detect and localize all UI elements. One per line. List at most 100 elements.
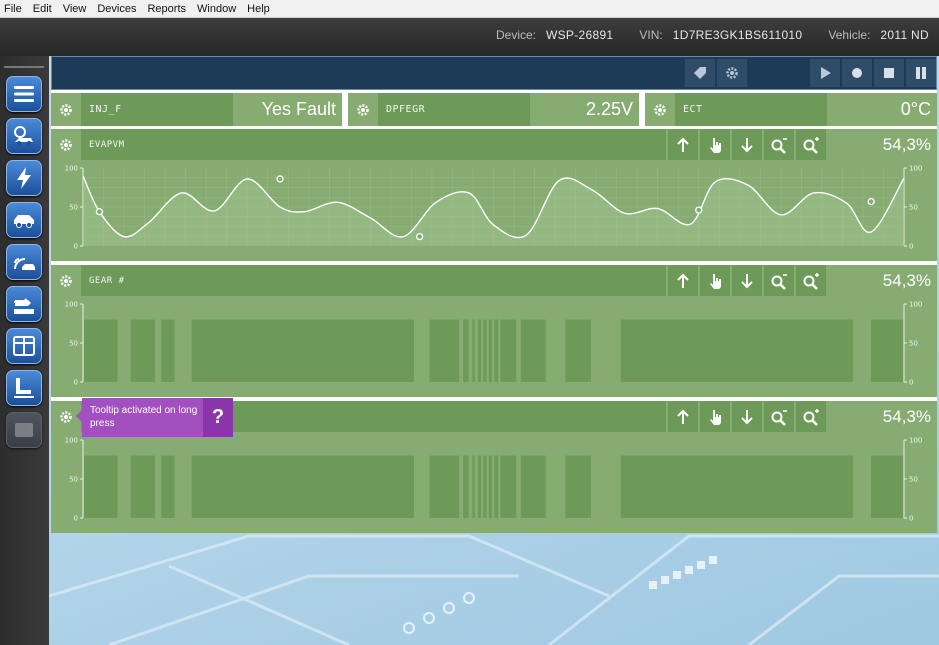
arrow-down-button[interactable]: [732, 265, 762, 296]
dock-odometer-button[interactable]: [6, 286, 42, 322]
gear-icon: [726, 67, 738, 79]
gear-icon: [60, 103, 72, 116]
dashboard-toolbar: [51, 56, 937, 90]
long-press-tooltip: Tooltip activated on long press ?: [76, 398, 233, 437]
y-tick-label: 50: [69, 476, 78, 484]
y-tick-label: 0: [74, 379, 78, 387]
menu-window[interactable]: Window: [197, 3, 236, 15]
zoom-in-button[interactable]: [796, 265, 826, 296]
gauge-inj-f: INJ_F Yes Fault: [51, 93, 342, 126]
stop-icon: [884, 68, 894, 78]
device-info: Device: WSP-26891 VIN: 1D7RE3GK1BS611010…: [496, 28, 929, 42]
zoom-out-button[interactable]: [764, 265, 794, 296]
chart-plot-area: 0 0 50 50 100 100: [65, 165, 923, 251]
gear-icon: [60, 410, 72, 423]
zoom-out-button[interactable]: [764, 401, 794, 432]
dock-signal-button[interactable]: [6, 244, 42, 280]
zoom-in-icon: [803, 272, 819, 290]
bar-segment: [161, 455, 175, 518]
gear-icon: [60, 138, 72, 151]
chart-settings-button[interactable]: [51, 265, 81, 296]
bar-segment: [429, 319, 460, 382]
y-tick-label: 50: [909, 204, 918, 212]
arrow-up-icon: [677, 273, 689, 288]
bar-segment: [472, 319, 475, 382]
arrow-down-icon: [741, 409, 753, 424]
dock-divider: [4, 66, 44, 68]
zoom-in-button[interactable]: [796, 129, 826, 160]
hand-pointer-button[interactable]: [700, 265, 730, 296]
bar-segment: [191, 455, 414, 518]
y-tick-label: 100: [909, 301, 922, 309]
menu-edit[interactable]: Edit: [33, 3, 52, 15]
menu-icon: [14, 86, 34, 102]
bar-segment: [620, 319, 854, 382]
arrow-up-button[interactable]: [668, 129, 698, 160]
bar-segment: [488, 319, 492, 382]
dock-panels-button[interactable]: [6, 328, 42, 364]
hand-pointer-button[interactable]: [700, 129, 730, 160]
tag-button[interactable]: [685, 59, 715, 87]
menu-help[interactable]: Help: [247, 3, 270, 15]
disabled-module-icon: [15, 423, 33, 437]
toolbar-settings-button[interactable]: [717, 59, 747, 87]
menu-file[interactable]: File: [4, 3, 22, 15]
zoom-out-icon: [771, 409, 787, 426]
arrow-up-button[interactable]: [668, 401, 698, 432]
gauge-dpfegr: DPFEGR 2.25V: [348, 93, 639, 126]
y-tick-label: 0: [909, 243, 913, 251]
zoom-in-button[interactable]: [796, 401, 826, 432]
pause-button[interactable]: [906, 59, 936, 87]
gauge-label: INJ_F: [81, 93, 233, 126]
play-button[interactable]: [810, 59, 840, 87]
y-tick-label: 100: [65, 165, 78, 173]
device-status-bar: Device: WSP-26891 VIN: 1D7RE3GK1BS611010…: [0, 18, 939, 56]
bar-segment: [84, 455, 118, 518]
stop-button[interactable]: [874, 59, 904, 87]
zoom-out-button[interactable]: [764, 129, 794, 160]
chart-percent: 54,3%: [882, 270, 931, 290]
dock-diagnostics-button[interactable]: [6, 118, 42, 154]
y-tick-label: 50: [909, 340, 918, 348]
bar-segment: [161, 319, 175, 382]
gear-icon: [357, 103, 369, 116]
record-icon: [852, 68, 862, 78]
bar-segment: [477, 455, 482, 518]
gauge-value: 0°C: [900, 99, 931, 119]
record-button[interactable]: [842, 59, 872, 87]
menu-view[interactable]: View: [63, 3, 87, 15]
arrow-up-icon: [677, 137, 689, 152]
bar-segment: [488, 455, 492, 518]
chart-plot-area: 0 0 50 50 100 100: [65, 437, 923, 523]
chart-label: GEAR #: [81, 265, 666, 296]
gauge-settings-button[interactable]: [348, 93, 378, 126]
hand-pointer-icon: [710, 273, 721, 289]
bar-segment: [871, 455, 903, 518]
gauge-settings-button[interactable]: [645, 93, 675, 126]
seat-icon: [14, 378, 34, 398]
dock-seat-button[interactable]: [6, 370, 42, 406]
bar-segment: [483, 319, 487, 382]
odometer-icon: [14, 298, 34, 314]
dock-vehicle-button[interactable]: [6, 202, 42, 238]
arrow-down-button[interactable]: [732, 129, 762, 160]
gauge-settings-button[interactable]: [51, 93, 81, 126]
arrow-up-button[interactable]: [668, 265, 698, 296]
zoom-in-icon: [803, 408, 819, 426]
menu-devices[interactable]: Devices: [97, 3, 136, 15]
tooltip-text: Tooltip activated on long press: [90, 405, 198, 429]
tooltip-arrow: [76, 410, 82, 422]
bar-segment: [483, 455, 487, 518]
bar-segment: [500, 319, 517, 382]
chart-label: EVAPVM: [81, 129, 666, 160]
hand-pointer-button[interactable]: [700, 401, 730, 432]
bar-segment: [494, 319, 499, 382]
dock-power-button[interactable]: [6, 160, 42, 196]
dock-menu-button[interactable]: [6, 76, 42, 112]
menu-reports[interactable]: Reports: [147, 3, 186, 15]
arrow-down-button[interactable]: [732, 401, 762, 432]
data-point-marker: [415, 232, 424, 241]
chart-settings-button[interactable]: [51, 129, 81, 160]
help-button[interactable]: ?: [203, 398, 233, 437]
lightning-icon: [17, 167, 31, 189]
